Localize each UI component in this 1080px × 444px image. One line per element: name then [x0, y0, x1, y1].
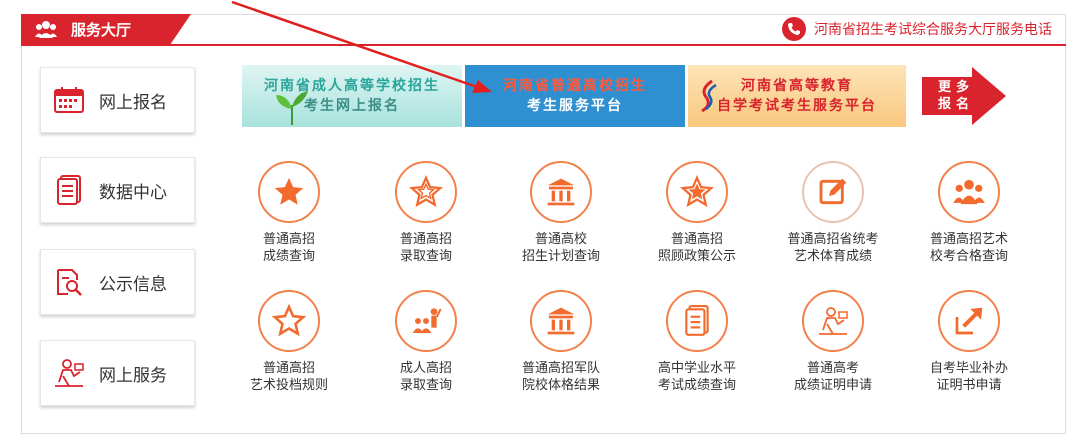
service-label: 艺术体育成绩 [793, 249, 872, 264]
group-icon [938, 161, 1000, 223]
service-label: 招生计划查询 [521, 249, 600, 264]
service-label: 校考合格查询 [929, 249, 1008, 264]
bank-building-icon [530, 290, 592, 352]
self-study-exam-banner[interactable]: 河南省高等教育 自学考试考生服务平台 [688, 65, 906, 127]
service-art-exam-qualified[interactable]: 普通高招艺术 校考合格查询 [904, 161, 1034, 265]
calendar-icon [53, 84, 85, 116]
service-label: 成人高招 [399, 361, 452, 376]
service-label: 成绩查询 [262, 249, 315, 264]
bank-building-icon [530, 161, 592, 223]
exam-logo-icon [701, 79, 717, 113]
star-filled-icon [258, 161, 320, 223]
service-art-admission-rules[interactable]: 普通高招 艺术投档规则 [224, 290, 354, 394]
phone-icon [782, 17, 806, 41]
service-label: 照顾政策公示 [657, 249, 736, 264]
more-registration-button[interactable]: 更 多 报 名 [918, 65, 1008, 127]
service-label: 普通高招军队 [521, 361, 600, 376]
sidebar-item-label: 网上报名 [99, 92, 167, 113]
arrow-right-icon [922, 67, 1006, 125]
banner-line-1: 河南省高等教育 [741, 78, 853, 94]
document-icon [53, 174, 85, 206]
service-label: 院校体格结果 [521, 378, 600, 393]
service-label: 录取查询 [399, 378, 452, 393]
sidebar-item-label: 公示信息 [99, 274, 167, 295]
service-label: 普通高考 [806, 361, 859, 376]
service-enrollment-plan-query[interactable]: 普通高校 招生计划查询 [496, 161, 626, 265]
star-outline-icon [258, 290, 320, 352]
service-label: 普通高招 [399, 232, 452, 247]
service-label: 普通高校 [534, 232, 587, 247]
people-icon [35, 21, 57, 38]
service-score-query[interactable]: 普通高招 成绩查询 [224, 161, 354, 265]
service-military-physical-result[interactable]: 普通高招军队 院校体格结果 [496, 290, 626, 394]
service-label: 自考毕业补办 [929, 361, 1008, 376]
sidebar-item-public-info[interactable]: 公示信息 [40, 249, 195, 315]
hotline-text: 河南省招生考试综合服务大厅服务电话 [814, 22, 1052, 38]
sprout-icon [276, 91, 308, 125]
service-label: 普通高招 [262, 361, 315, 376]
page-title: 服务大厅 [71, 20, 132, 39]
more-text: 名 [956, 97, 970, 112]
service-label: 普通高招 [670, 232, 723, 247]
banner-line-2: 考生服务平台 [527, 98, 623, 114]
notice-search-icon [53, 266, 85, 298]
more-text: 更 [938, 80, 952, 95]
service-adult-admission-query[interactable]: 成人高招 录取查询 [361, 290, 491, 394]
service-art-sports-score[interactable]: 普通高招省统考 艺术体育成绩 [768, 161, 898, 265]
certificate-person-icon [802, 290, 864, 352]
sidebar-item-label: 网上服务 [99, 365, 167, 386]
banner-line-1: 河南省普通高校招生 [503, 78, 647, 94]
service-label: 证明书申请 [936, 378, 1002, 393]
service-care-policy[interactable]: 普通高招 照顾政策公示 [632, 161, 762, 265]
service-academic-level-score[interactable]: 高中学业水平 考试成绩查询 [632, 290, 762, 394]
more-text: 多 [956, 80, 970, 95]
sidebar-item-label: 数据中心 [99, 182, 167, 203]
star-outline-icon [395, 161, 457, 223]
edit-note-icon [802, 161, 864, 223]
service-hotline[interactable]: 河南省招生考试综合服务大厅服务电话 [782, 17, 1052, 41]
service-label: 成绩证明申请 [793, 378, 872, 393]
sidebar-item-online-service[interactable]: 网上服务 [40, 340, 195, 406]
document-icon [666, 290, 728, 352]
more-text: 报 [938, 97, 952, 112]
banner-line-2: 自学考试考生服务平台 [717, 98, 877, 114]
general-college-admission-banner[interactable]: 河南省普通高校招生 考生服务平台 [465, 65, 685, 127]
service-admission-query[interactable]: 普通高招 录取查询 [361, 161, 491, 265]
banner-line-2: 考生网上报名 [304, 98, 400, 114]
service-label: 高中学业水平 [657, 361, 736, 376]
service-label: 艺术投档规则 [249, 378, 328, 393]
service-score-certificate[interactable]: 普通高考 成绩证明申请 [768, 290, 898, 394]
service-label: 录取查询 [399, 249, 452, 264]
service-label: 普通高招省统考 [787, 232, 879, 247]
service-label: 普通高招艺术 [929, 232, 1008, 247]
header-tab: 服务大厅 [21, 14, 191, 44]
star-icon [666, 161, 728, 223]
service-hall-header: 服务大厅 河南省招生考试综合服务大厅服务电话 [21, 14, 1066, 46]
service-person-icon [53, 357, 85, 389]
service-label: 考试成绩查询 [657, 378, 736, 393]
sidebar-item-online-registration[interactable]: 网上报名 [40, 67, 195, 133]
teacher-icon [395, 290, 457, 352]
sidebar-item-data-center[interactable]: 数据中心 [40, 157, 195, 223]
service-label: 普通高招 [262, 232, 315, 247]
service-self-study-certificate[interactable]: 自考毕业补办 证明书申请 [904, 290, 1034, 394]
adult-college-registration-banner[interactable]: 河南省成人高等学校招生 考生网上报名 [242, 65, 462, 127]
share-arrow-icon [938, 290, 1000, 352]
